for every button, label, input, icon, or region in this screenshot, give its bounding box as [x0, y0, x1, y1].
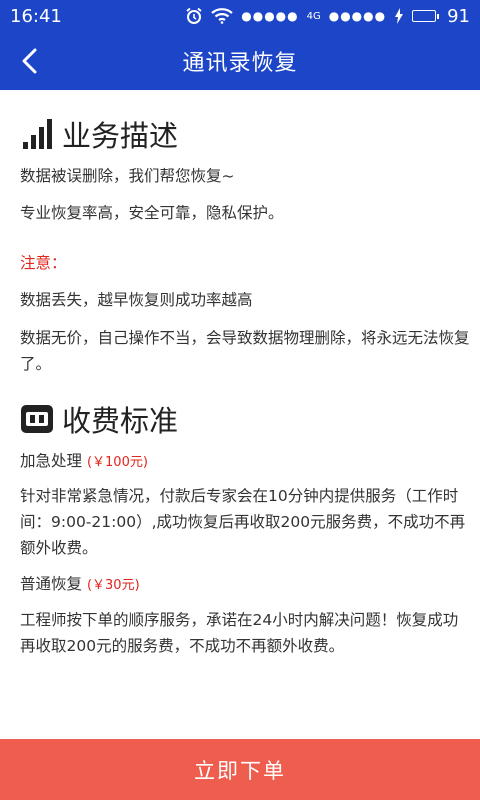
business-line-2: 专业恢复率高，安全可靠，隐私保护。 [20, 204, 284, 222]
notice-line-1: 数据丢失，越早恢复则成功率越高 [20, 291, 253, 309]
wifi-icon [211, 8, 233, 24]
urgent-price: (￥100元) [86, 455, 148, 470]
pricing-title-text: 收费标准 [62, 404, 179, 438]
status-time: 16:41 [10, 5, 62, 27]
urgent-name: 加急处理 [20, 452, 83, 470]
business-section-title: 业务描述 [20, 112, 178, 156]
urgent-option: 加急处理 (￥100元) [20, 448, 470, 476]
order-now-button[interactable]: 立即下单 [0, 739, 480, 800]
pricing-section-title: 收费标准 [20, 397, 178, 441]
status-bar: 16:41 ●●●●● 4G ●●●●● 91 [0, 0, 480, 32]
normal-option: 普通恢复 (￥30元) [20, 571, 470, 599]
normal-price: (￥30元) [86, 578, 140, 593]
page-title: 通讯录恢复 [182, 51, 298, 76]
charging-icon [394, 8, 404, 24]
normal-name: 普通恢复 [20, 575, 83, 593]
business-title-text: 业务描述 [62, 119, 179, 153]
battery-level: 91 [447, 5, 470, 27]
battery-icon [412, 10, 440, 22]
alarm-icon [185, 7, 203, 25]
signal-dots-2: ●●●●● [328, 9, 387, 23]
back-button[interactable] [14, 45, 46, 77]
urgent-description: 针对非常紧急情况，付款后专家会在10分钟内提供服务（工作时间：9:00-21:0… [20, 487, 466, 557]
business-line-1: 数据被误删除，我们帮您恢复~ [20, 167, 235, 185]
ticket-icon [20, 402, 54, 436]
chevron-left-icon [22, 48, 37, 74]
notice-label: 注意： [20, 254, 67, 272]
signal-bars-icon [20, 117, 54, 151]
normal-description: 工程师按下单的顺序服务，承诺在24小时内解决问题！恢复成功再收取200元的服务费… [20, 611, 459, 655]
nav-bar: 通讯录恢复 [0, 32, 480, 90]
signal-dots-1: ●●●●● [241, 9, 299, 23]
network-type: 4G [306, 10, 321, 22]
notice-line-2: 数据无价，自己操作不当，会导致数据物理删除，将永远无法恢复了。 [20, 329, 470, 373]
status-icons: ●●●●● 4G ●●●●● 91 [185, 6, 470, 27]
